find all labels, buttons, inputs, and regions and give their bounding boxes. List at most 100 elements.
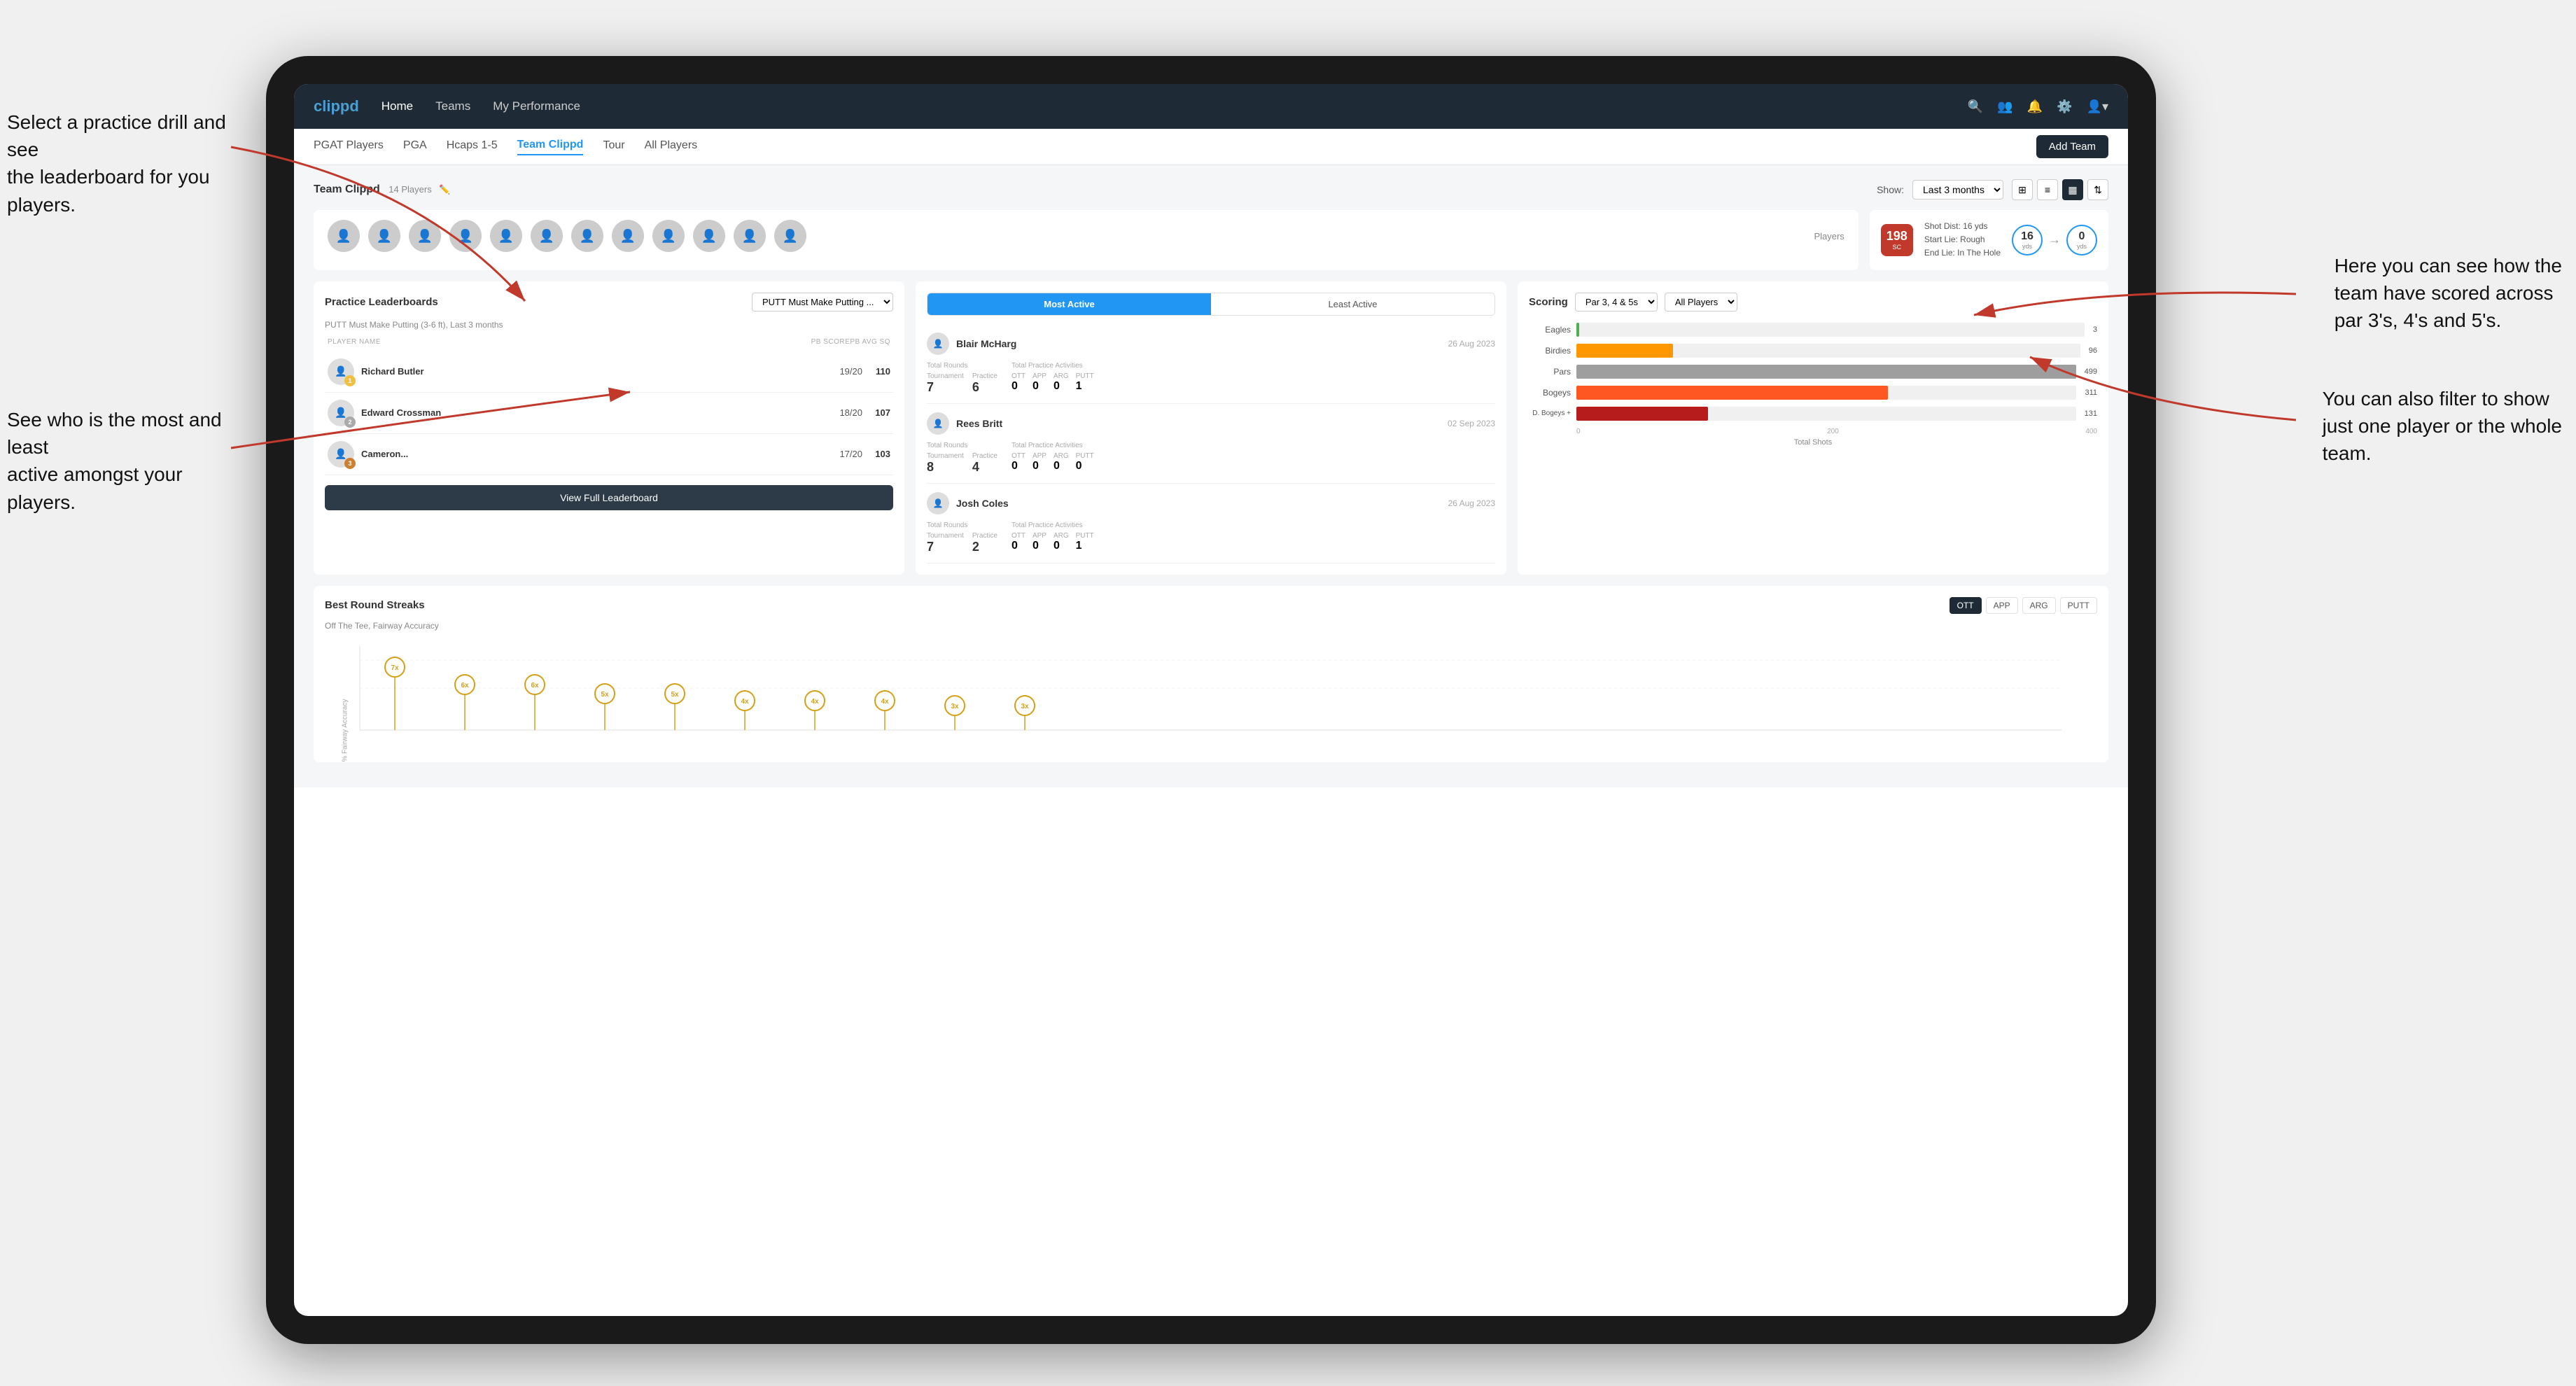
bar-fill-bogeys — [1576, 386, 1888, 400]
rounds-group-3: Total Rounds Tournament 7 Practice 2 — [927, 522, 997, 554]
subnav-pgat[interactable]: PGAT Players — [314, 139, 384, 155]
nav-icons: 🔍 👥 🔔 ⚙️ 👤▾ — [1968, 99, 2108, 114]
avatar-4[interactable]: 👤 — [449, 220, 482, 252]
practice-label-2: Practice — [972, 452, 997, 460]
scoring-par-dropdown[interactable]: Par 3, 4 & 5s — [1575, 293, 1658, 312]
circle2-value: 0 — [2079, 230, 2085, 243]
grid-view-button[interactable]: ⊞ — [2012, 179, 2033, 200]
subnav-team-clippd[interactable]: Team Clippd — [517, 139, 584, 155]
practice-activities-2: Total Practice Activities OTT0 APP0 ARG0… — [1011, 442, 1094, 475]
activity-stats-1: Total Rounds Tournament 7 Practice 6 — [927, 362, 1495, 395]
avatar-5[interactable]: 👤 — [490, 220, 522, 252]
lb-avatar-1: 👤 1 — [328, 358, 354, 385]
bell-icon[interactable]: 🔔 — [2027, 99, 2043, 114]
bar-track-pars — [1576, 365, 2076, 379]
activity-name-3: Josh Coles — [956, 498, 1441, 509]
subnav-pga[interactable]: PGA — [403, 139, 427, 155]
streaks-tab-ott[interactable]: OTT — [1949, 597, 1982, 614]
bar-fill-eagles — [1576, 323, 1579, 337]
avatar-1[interactable]: 👤 — [328, 220, 360, 252]
bar-bogeys: Bogeys 311 — [1529, 386, 2097, 400]
svg-text:4x: 4x — [811, 698, 819, 706]
scoring-header: Scoring Par 3, 4 & 5s All Players — [1529, 293, 2097, 312]
edit-icon[interactable]: ✏️ — [439, 184, 450, 195]
nav-teams[interactable]: Teams — [435, 99, 470, 113]
lb-score-2: 18/20 — [834, 407, 862, 418]
shot-circle-1: 16 yds — [2012, 225, 2043, 255]
avatar-9[interactable]: 👤 — [652, 220, 685, 252]
show-label: Show: — [1877, 184, 1904, 195]
avatar-10[interactable]: 👤 — [693, 220, 725, 252]
practice-act-label-1: Total Practice Activities — [1011, 362, 1094, 370]
lb-score-3: 17/20 — [834, 449, 862, 459]
activity-name-2: Rees Britt — [956, 418, 1441, 429]
activity-player-header-3: 👤 Josh Coles 26 Aug 2023 — [927, 492, 1495, 514]
nav-home[interactable]: Home — [382, 99, 413, 113]
people-icon[interactable]: 👥 — [1997, 99, 2012, 114]
svg-text:4x: 4x — [741, 698, 749, 706]
user-icon[interactable]: 👤▾ — [2087, 99, 2108, 114]
streaks-tab-arg[interactable]: ARG — [2022, 597, 2056, 614]
activity-stats-3: Total Rounds Tournament 7 Practice 2 — [927, 522, 1495, 554]
circle1-value: 16 — [2021, 230, 2033, 243]
avatar-3[interactable]: 👤 — [409, 220, 441, 252]
svg-text:3x: 3x — [951, 703, 959, 710]
lb-avg-1: 110 — [869, 366, 890, 377]
app-1: APP0 — [1032, 372, 1046, 393]
subnav-all-players[interactable]: All Players — [645, 139, 698, 155]
medal-gold-icon: 1 — [344, 375, 356, 386]
card-view-button[interactable]: ▦ — [2062, 179, 2083, 200]
filter-view-button[interactable]: ⇅ — [2087, 179, 2108, 200]
subnav-tour[interactable]: Tour — [603, 139, 624, 155]
scoring-players-dropdown[interactable]: All Players — [1665, 293, 1737, 312]
activity-player-header-2: 👤 Rees Britt 02 Sep 2023 — [927, 412, 1495, 435]
streaks-panel: Best Round Streaks OTT APP ARG PUTT Off … — [314, 586, 2108, 762]
avatar-2[interactable]: 👤 — [368, 220, 400, 252]
lb-score-1: 19/20 — [834, 366, 862, 377]
shot-details: Shot Dist: 16 yds Start Lie: Rough End L… — [1924, 220, 2001, 260]
practice-activities-3: Total Practice Activities OTT0 APP0 ARG0… — [1011, 522, 1094, 554]
svg-text:4x: 4x — [881, 698, 889, 706]
activity-panel: Most Active Least Active 👤 Blair McHarg … — [916, 281, 1506, 575]
tournament-label-3: Tournament — [927, 532, 964, 540]
view-full-leaderboard-button[interactable]: View Full Leaderboard — [325, 485, 893, 510]
practice-group-2: Practice 4 — [972, 452, 997, 475]
bar-eagles: Eagles 3 — [1529, 323, 2097, 337]
rounds-label-3: Total Rounds — [927, 522, 997, 529]
scoring-panel: Scoring Par 3, 4 & 5s All Players Eagles — [1518, 281, 2108, 575]
nav-performance[interactable]: My Performance — [493, 99, 580, 113]
add-team-button[interactable]: Add Team — [2036, 135, 2108, 158]
table-row: 👤 2 Edward Crossman 18/20 107 — [325, 393, 893, 434]
rounds-group-2: Total Rounds Tournament 8 Practice 4 — [927, 442, 997, 475]
bar-fill-birdies — [1576, 344, 1673, 358]
most-active-tab[interactable]: Most Active — [927, 293, 1211, 315]
settings-icon[interactable]: ⚙️ — [2057, 99, 2072, 114]
practice-act-label-3: Total Practice Activities — [1011, 522, 1094, 529]
avatar-8[interactable]: 👤 — [612, 220, 644, 252]
bar-value-dbogeys: 131 — [2085, 410, 2097, 418]
activity-tabs: Most Active Least Active — [927, 293, 1495, 316]
ott-3: OTT0 — [1011, 532, 1026, 552]
leaderboards-dropdown[interactable]: PUTT Must Make Putting ... — [752, 293, 893, 312]
practice-value-3: 2 — [972, 540, 997, 554]
avatar-12[interactable]: 👤 — [774, 220, 806, 252]
app-3: APP0 — [1032, 532, 1046, 552]
show-dropdown[interactable]: Last 3 months Last 6 months Last year — [1912, 180, 2003, 200]
end-lie: End Lie: In The Hole — [1924, 246, 2001, 260]
avatar-6[interactable]: 👤 — [531, 220, 563, 252]
bar-value-bogeys: 311 — [2085, 388, 2097, 397]
avatar-11[interactable]: 👤 — [734, 220, 766, 252]
streaks-tab-putt[interactable]: PUTT — [2060, 597, 2097, 614]
least-active-tab[interactable]: Least Active — [1211, 293, 1494, 315]
avatar-7[interactable]: 👤 — [571, 220, 603, 252]
subnav-hcaps[interactable]: Hcaps 1-5 — [447, 139, 498, 155]
ott-2: OTT0 — [1011, 452, 1026, 472]
activity-player-1: 👤 Blair McHarg 26 Aug 2023 Total Rounds … — [927, 324, 1495, 404]
tournament-label-2: Tournament — [927, 452, 964, 460]
search-icon[interactable]: 🔍 — [1968, 99, 1983, 114]
shot-unit: SC — [1893, 244, 1902, 251]
list-view-button[interactable]: ≡ — [2037, 179, 2058, 200]
col-score: PB SCORE — [811, 338, 850, 346]
streaks-tab-app[interactable]: APP — [1986, 597, 2018, 614]
circle2-unit: yds — [2077, 243, 2087, 250]
